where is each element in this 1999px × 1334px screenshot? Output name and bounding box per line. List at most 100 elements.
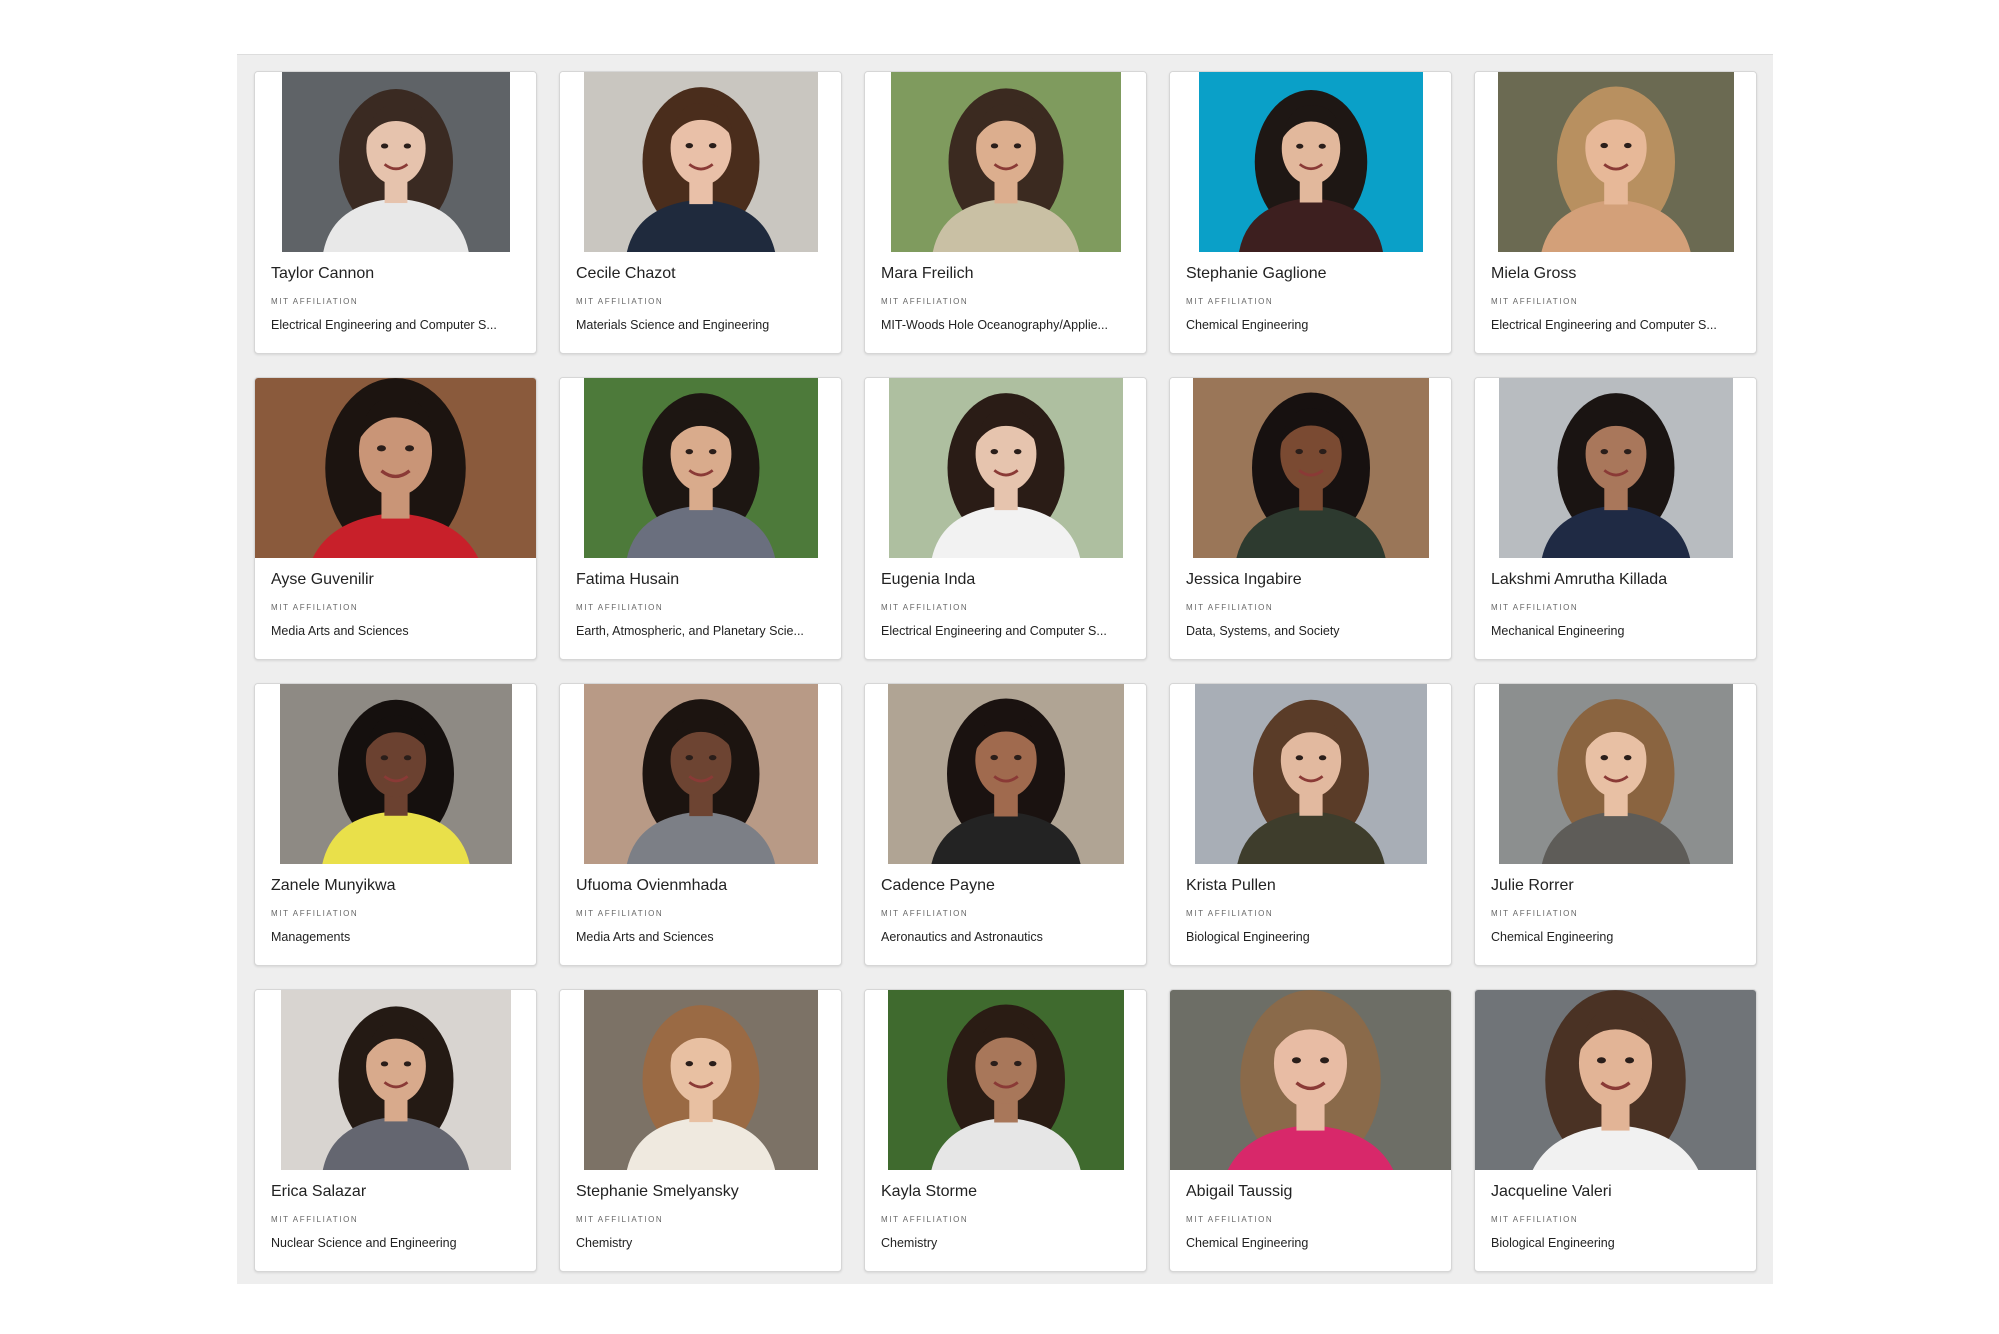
card-info: Kayla Storme MIT AFFILIATION Chemistry [865, 1170, 1146, 1251]
photo-frame [560, 72, 841, 252]
person-photo [583, 684, 818, 864]
person-department: Chemical Engineering [1186, 318, 1309, 332]
person-department: Nuclear Science and Engineering [271, 1236, 457, 1250]
photo-frame [865, 990, 1146, 1170]
person-card[interactable]: Mara Freilich MIT AFFILIATION MIT-Woods … [864, 71, 1147, 354]
person-department: Managements [271, 930, 351, 944]
affiliation-label: MIT AFFILIATION [271, 603, 359, 612]
person-photo [887, 990, 1124, 1170]
person-department: Electrical Engineering and Computer S... [271, 318, 497, 332]
affiliation-label: MIT AFFILIATION [1491, 1215, 1579, 1224]
person-name[interactable]: Eugenia Inda [881, 570, 1130, 590]
affiliation-label: MIT AFFILIATION [1491, 909, 1579, 918]
person-name[interactable]: Krista Pullen [1186, 876, 1435, 896]
affiliation-label: MIT AFFILIATION [881, 603, 969, 612]
person-card[interactable]: Taylor Cannon MIT AFFILIATION Electrical… [254, 71, 537, 354]
person-name[interactable]: Lakshmi Amrutha Killada [1491, 570, 1740, 590]
person-card[interactable]: Abigail Taussig MIT AFFILIATION Chemical… [1169, 989, 1452, 1272]
person-name[interactable]: Fatima Husain [576, 570, 825, 590]
person-card[interactable]: Miela Gross MIT AFFILIATION Electrical E… [1474, 71, 1757, 354]
person-card[interactable]: Krista Pullen MIT AFFILIATION Biological… [1169, 683, 1452, 966]
person-name[interactable]: Cecile Chazot [576, 264, 825, 284]
portrait-image [279, 684, 512, 864]
person-photo [1198, 72, 1423, 252]
person-name[interactable]: Kayla Storme [881, 1182, 1130, 1202]
portrait-image [583, 72, 818, 252]
photo-frame [1475, 378, 1756, 558]
person-photo [1194, 684, 1427, 864]
person-department: Chemical Engineering [1491, 930, 1614, 944]
portrait-image [1198, 72, 1423, 252]
portrait-image [890, 72, 1121, 252]
person-name[interactable]: Zanele Munyikwa [271, 876, 520, 896]
person-department: Electrical Engineering and Computer S... [881, 624, 1107, 638]
person-name[interactable]: Jacqueline Valeri [1491, 1182, 1740, 1202]
person-card[interactable]: Kayla Storme MIT AFFILIATION Chemistry [864, 989, 1147, 1272]
photo-frame [1170, 72, 1451, 252]
person-name[interactable]: Ayse Guvenilir [271, 570, 520, 590]
person-name[interactable]: Abigail Taussig [1186, 1182, 1435, 1202]
person-card[interactable]: Julie Rorrer MIT AFFILIATION Chemical En… [1474, 683, 1757, 966]
person-card[interactable]: Ufuoma Ovienmhada MIT AFFILIATION Media … [559, 683, 842, 966]
person-name[interactable]: Mara Freilich [881, 264, 1130, 284]
portrait-image [280, 990, 511, 1170]
person-name[interactable]: Stephanie Smelyansky [576, 1182, 825, 1202]
person-card[interactable]: Jessica Ingabire MIT AFFILIATION Data, S… [1169, 377, 1452, 660]
person-photo [1497, 72, 1734, 252]
person-card[interactable]: Lakshmi Amrutha Killada MIT AFFILIATION … [1474, 377, 1757, 660]
person-photo [583, 378, 818, 558]
person-card[interactable]: Jacqueline Valeri MIT AFFILIATION Biolog… [1474, 989, 1757, 1272]
person-name[interactable]: Stephanie Gaglione [1186, 264, 1435, 284]
person-department: Materials Science and Engineering [576, 318, 770, 332]
person-name[interactable]: Ufuoma Ovienmhada [576, 876, 825, 896]
portrait-image [1194, 684, 1427, 864]
person-photo [279, 684, 512, 864]
person-photo [583, 990, 818, 1170]
photo-frame [1475, 684, 1756, 864]
affiliation-label: MIT AFFILIATION [271, 297, 359, 306]
person-photo [1192, 378, 1429, 558]
portrait-image [583, 378, 818, 558]
person-name[interactable]: Taylor Cannon [271, 264, 520, 284]
portrait-image [1498, 378, 1733, 558]
card-info: Julie Rorrer MIT AFFILIATION Chemical En… [1475, 864, 1756, 945]
portrait-image [887, 684, 1124, 864]
person-name[interactable]: Erica Salazar [271, 1182, 520, 1202]
person-card[interactable]: Stephanie Gaglione MIT AFFILIATION Chemi… [1169, 71, 1452, 354]
card-info: Eugenia Inda MIT AFFILIATION Electrical … [865, 558, 1146, 639]
card-info: Miela Gross MIT AFFILIATION Electrical E… [1475, 252, 1756, 333]
person-card[interactable]: Fatima Husain MIT AFFILIATION Earth, Atm… [559, 377, 842, 660]
person-card[interactable]: Cadence Payne MIT AFFILIATION Aeronautic… [864, 683, 1147, 966]
person-name[interactable]: Miela Gross [1491, 264, 1740, 284]
person-photo [1475, 990, 1756, 1170]
person-card[interactable]: Cecile Chazot MIT AFFILIATION Materials … [559, 71, 842, 354]
person-name[interactable]: Jessica Ingabire [1186, 570, 1435, 590]
portrait-image [888, 378, 1123, 558]
card-info: Stephanie Gaglione MIT AFFILIATION Chemi… [1170, 252, 1451, 333]
person-card[interactable]: Stephanie Smelyansky MIT AFFILIATION Che… [559, 989, 842, 1272]
photo-frame [865, 378, 1146, 558]
person-name[interactable]: Julie Rorrer [1491, 876, 1740, 896]
person-card[interactable]: Eugenia Inda MIT AFFILIATION Electrical … [864, 377, 1147, 660]
people-grid-panel: Taylor Cannon MIT AFFILIATION Electrical… [237, 54, 1773, 1284]
person-name[interactable]: Cadence Payne [881, 876, 1130, 896]
card-info: Cecile Chazot MIT AFFILIATION Materials … [560, 252, 841, 333]
affiliation-label: MIT AFFILIATION [271, 1215, 359, 1224]
photo-frame [865, 684, 1146, 864]
photo-frame [560, 990, 841, 1170]
affiliation-label: MIT AFFILIATION [1186, 603, 1274, 612]
affiliation-label: MIT AFFILIATION [881, 297, 969, 306]
person-card[interactable]: Ayse Guvenilir MIT AFFILIATION Media Art… [254, 377, 537, 660]
card-info: Mara Freilich MIT AFFILIATION MIT-Woods … [865, 252, 1146, 333]
person-department: Media Arts and Sciences [271, 624, 409, 638]
photo-frame [1170, 990, 1451, 1170]
person-department: Mechanical Engineering [1491, 624, 1625, 638]
person-card[interactable]: Zanele Munyikwa MIT AFFILIATION Manageme… [254, 683, 537, 966]
photo-frame [1475, 990, 1756, 1170]
person-department: Chemistry [576, 1236, 633, 1250]
person-card[interactable]: Erica Salazar MIT AFFILIATION Nuclear Sc… [254, 989, 537, 1272]
affiliation-label: MIT AFFILIATION [881, 1215, 969, 1224]
photo-frame [1170, 378, 1451, 558]
card-info: Fatima Husain MIT AFFILIATION Earth, Atm… [560, 558, 841, 639]
card-info: Cadence Payne MIT AFFILIATION Aeronautic… [865, 864, 1146, 945]
